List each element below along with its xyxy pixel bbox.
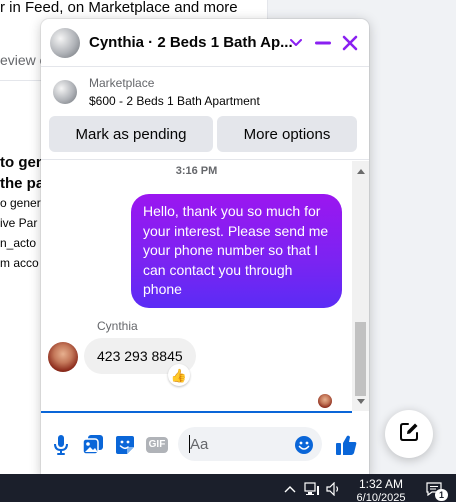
background-text-line: m acco xyxy=(0,256,39,270)
chat-window: Cynthia · 2 Beds 1 Bath Ap... Marketplac… xyxy=(41,19,369,477)
listing-thumbnail[interactable] xyxy=(53,80,77,104)
taskbar: 1:32 AM 6/10/2025 1 xyxy=(0,474,456,502)
notification-count-badge: 1 xyxy=(435,489,448,501)
scroll-up-arrow-icon[interactable] xyxy=(356,167,365,176)
message-composer: GIF xyxy=(41,413,369,477)
new-message-button[interactable] xyxy=(385,410,433,458)
message-list: 3:16 PM Hello, thank you so much for you… xyxy=(41,161,352,411)
scroll-down-arrow-icon[interactable] xyxy=(356,397,365,406)
listing-source: Marketplace xyxy=(89,76,155,90)
conversation-title[interactable]: Cynthia · 2 Beds 1 Bath Ap... xyxy=(89,34,293,51)
more-options-button[interactable]: More options xyxy=(217,116,357,152)
minimize-icon[interactable] xyxy=(311,31,335,55)
network-icon[interactable] xyxy=(304,482,320,496)
background-top-text: r in Feed, on Marketplace and more xyxy=(0,0,238,16)
clock-time: 1:32 AM xyxy=(358,477,404,491)
text-caret xyxy=(189,435,190,453)
message-timestamp: 3:16 PM xyxy=(175,165,218,177)
microphone-icon[interactable] xyxy=(49,433,73,457)
background-text-line: ive Par xyxy=(0,216,38,230)
taskbar-clock[interactable]: 1:32 AM 6/10/2025 xyxy=(350,477,412,502)
emoji-icon[interactable] xyxy=(292,433,316,457)
background-bold-line: to gen xyxy=(0,154,45,171)
listing-title[interactable]: $600 - 2 Beds 1 Bath Apartment xyxy=(89,94,260,108)
compose-icon xyxy=(399,422,419,447)
background-text-line: o gener xyxy=(0,196,41,210)
outgoing-message[interactable]: Hello, thank you so much for your intere… xyxy=(131,194,342,308)
reaction-emoji: 👍 xyxy=(170,367,188,383)
gif-icon[interactable]: GIF xyxy=(144,433,170,457)
chevron-up-icon[interactable] xyxy=(282,482,298,496)
chat-header: Cynthia · 2 Beds 1 Bath Ap... xyxy=(41,19,369,67)
volume-icon[interactable] xyxy=(326,482,342,496)
background-bold-line: the pa xyxy=(0,175,45,192)
thumbs-up-icon[interactable] xyxy=(334,433,358,457)
sender-avatar[interactable] xyxy=(48,342,78,372)
background-text-line: n_acto xyxy=(0,236,37,250)
sender-name: Cynthia xyxy=(97,319,138,333)
gif-label: GIF xyxy=(146,437,168,453)
scrollbar-thumb[interactable] xyxy=(355,322,366,396)
thumbs-up-reaction-icon[interactable]: 👍 xyxy=(168,364,190,386)
marketplace-listing: Marketplace $600 - 2 Beds 1 Bath Apartme… xyxy=(41,68,369,160)
close-icon[interactable] xyxy=(338,31,362,55)
sticker-icon[interactable] xyxy=(113,433,137,457)
clock-date: 6/10/2025 xyxy=(356,492,406,502)
seen-indicator-avatar xyxy=(318,394,332,408)
message-scrollbar[interactable] xyxy=(352,161,369,411)
conversation-avatar[interactable] xyxy=(50,28,80,58)
photo-icon[interactable] xyxy=(81,433,105,457)
chevron-down-icon[interactable] xyxy=(284,31,308,55)
mark-as-pending-button[interactable]: Mark as pending xyxy=(49,116,213,152)
